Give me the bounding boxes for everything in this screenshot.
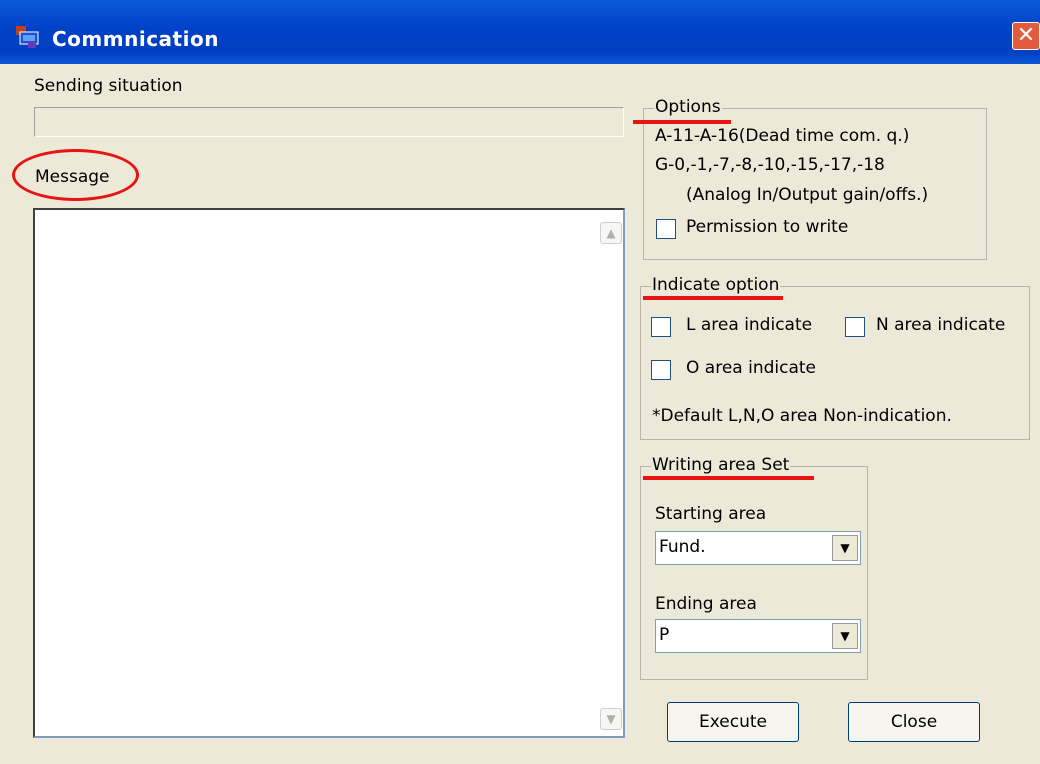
annotation-circle-message — [12, 149, 139, 201]
starting-area-select[interactable]: Fund. ▼ — [655, 531, 861, 565]
permission-to-write-label: Permission to write — [686, 217, 849, 237]
writing-area-legend: Writing area Set — [651, 455, 791, 475]
title-bar[interactable]: Commnication ✕ — [0, 0, 1040, 64]
starting-area-label: Starting area — [655, 504, 767, 524]
ending-area-value: P — [659, 625, 670, 645]
message-scrollbar[interactable]: ▲ ▼ — [597, 210, 623, 736]
indicate-default-note: *Default L,N,O area Non-indication. — [652, 406, 952, 426]
communication-dialog: Commnication ✕ Sending situation Message… — [0, 0, 1040, 764]
window-title: Commnication — [52, 27, 219, 51]
l-area-indicate-label: L area indicate — [686, 315, 813, 335]
starting-area-value: Fund. — [659, 537, 706, 557]
o-area-indicate-checkbox[interactable] — [651, 360, 671, 380]
annotation-underline-writing — [643, 476, 814, 480]
n-area-indicate-label: N area indicate — [876, 315, 1006, 335]
options-legend: Options — [654, 97, 722, 117]
chevron-down-icon[interactable]: ▼ — [832, 623, 858, 649]
ending-area-select[interactable]: P ▼ — [655, 619, 861, 653]
options-line-3: (Analog In/Output gain/offs.) — [686, 185, 929, 205]
options-line-1: A-11-A-16(Dead time com. q.) — [655, 126, 910, 146]
l-area-indicate-checkbox[interactable] — [651, 317, 671, 337]
options-line-2: G-0,-1,-7,-8,-10,-15,-17,-18 — [655, 155, 885, 175]
n-area-indicate-checkbox[interactable] — [845, 317, 865, 337]
ending-area-label: Ending area — [655, 594, 757, 614]
indicate-option-legend: Indicate option — [651, 275, 781, 295]
execute-button[interactable]: Execute — [667, 702, 799, 742]
o-area-indicate-label: O area indicate — [686, 358, 816, 378]
scroll-down-icon[interactable]: ▼ — [600, 708, 622, 730]
scroll-up-icon[interactable]: ▲ — [600, 222, 622, 244]
sending-progress-bar — [34, 107, 624, 137]
annotation-underline-options — [633, 120, 731, 124]
message-textarea[interactable]: ▲ ▼ — [33, 208, 625, 738]
sending-situation-label: Sending situation — [34, 76, 183, 96]
close-button[interactable]: Close — [848, 702, 980, 742]
close-icon: ✕ — [1016, 23, 1036, 48]
chevron-down-icon[interactable]: ▼ — [832, 535, 858, 561]
close-window-button[interactable]: ✕ — [1012, 22, 1040, 50]
annotation-underline-indicate — [643, 296, 783, 300]
app-icon — [16, 26, 39, 48]
permission-to-write-checkbox[interactable] — [656, 219, 676, 239]
